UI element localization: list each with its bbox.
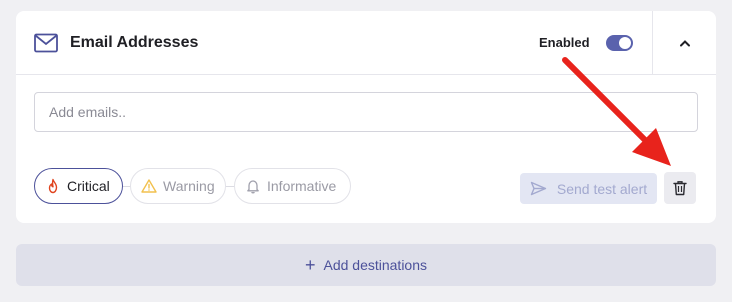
- trash-icon: [673, 181, 687, 196]
- send-icon: [530, 181, 547, 196]
- plus-icon: +: [304, 255, 316, 275]
- severity-informative-chip[interactable]: Informative: [234, 168, 351, 204]
- add-destinations-button[interactable]: + Add destinations: [16, 244, 716, 286]
- severity-label: Informative: [267, 178, 337, 194]
- envelope-icon: [34, 33, 58, 53]
- enabled-label: Enabled: [539, 35, 590, 50]
- email-destination-card: Email Addresses Enabled Critical Warning: [16, 11, 716, 223]
- chevron-up-icon: [679, 40, 690, 47]
- flame-icon: [48, 178, 58, 194]
- email-input[interactable]: [34, 92, 698, 132]
- enabled-toggle[interactable]: [606, 35, 633, 51]
- send-test-alert-button[interactable]: Send test alert: [520, 173, 657, 204]
- send-test-alert-label: Send test alert: [556, 180, 648, 197]
- severity-label: Critical: [67, 178, 110, 194]
- add-destinations-label: Add destinations: [323, 257, 428, 273]
- severity-critical-chip[interactable]: Critical: [34, 168, 123, 204]
- collapse-button[interactable]: [653, 11, 716, 75]
- warning-triangle-icon: [141, 179, 157, 193]
- delete-button[interactable]: [664, 172, 696, 204]
- severity-label: Warning: [163, 178, 215, 194]
- card-header[interactable]: Email Addresses Enabled: [16, 11, 716, 75]
- card-title: Email Addresses: [70, 34, 199, 51]
- severity-warning-chip[interactable]: Warning: [130, 168, 226, 204]
- bell-icon: [247, 180, 259, 194]
